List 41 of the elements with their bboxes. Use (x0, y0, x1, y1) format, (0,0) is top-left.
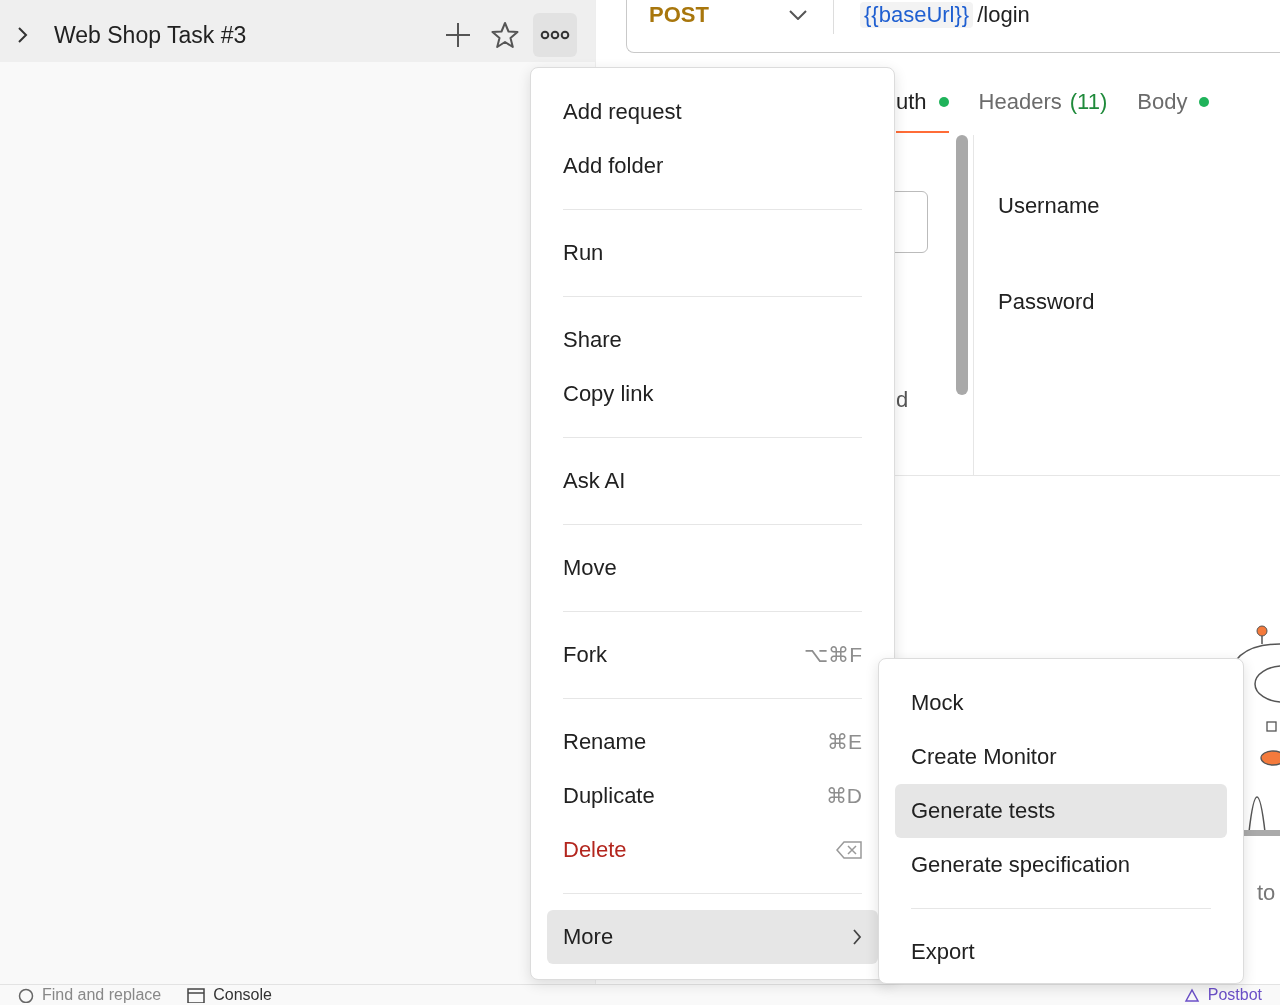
menu-item[interactable]: Move (547, 541, 878, 595)
collection-name: Web Shop Task #3 (54, 21, 248, 49)
menu-item[interactable]: Ask AI (547, 454, 878, 508)
backspace-icon (836, 841, 862, 859)
request-tab[interactable]: Headers (11) (978, 89, 1108, 133)
empty-state-text: to (1257, 880, 1276, 906)
scrollbar[interactable] (956, 135, 968, 395)
request-tab[interactable]: Body (1137, 89, 1210, 133)
collection-row[interactable]: Web Shop Task #3 (0, 0, 595, 62)
menu-item[interactable]: Mock (895, 676, 1227, 730)
chevron-icon[interactable] (16, 26, 28, 44)
plus-icon[interactable] (445, 22, 471, 48)
menu-item[interactable]: Add request (547, 85, 878, 139)
chevron-down-icon[interactable] (789, 10, 807, 20)
menu-item[interactable]: Create Monitor (895, 730, 1227, 784)
field-label: Password (998, 289, 1096, 315)
menu-item[interactable]: Rename ⌘E (547, 715, 878, 769)
auth-text: d (896, 387, 909, 413)
menu-item[interactable]: Copy link (547, 367, 878, 421)
star-icon[interactable] (491, 21, 519, 49)
status-bar-button[interactable]: Postbot (1207, 986, 1262, 1004)
url-variable: {{baseUrl}} (860, 2, 974, 28)
menu-item[interactable]: More (547, 910, 878, 964)
menu-item[interactable]: Generate specification (895, 838, 1227, 892)
menu-item[interactable]: Add folder (547, 139, 878, 193)
field-label: Username (998, 193, 1100, 219)
chevron-right-icon (852, 928, 862, 946)
method-select[interactable]: POST (649, 2, 789, 28)
menu-item[interactable]: Delete (547, 823, 878, 877)
more-icon[interactable] (540, 30, 570, 40)
console-icon[interactable] (187, 987, 206, 1003)
menu-item[interactable]: Run (547, 226, 878, 280)
status-bar-button[interactable]: Console (213, 986, 272, 1004)
menu-item[interactable]: Share (547, 313, 878, 367)
search-icon[interactable] (18, 987, 34, 1003)
menu-item[interactable]: Generate tests (895, 784, 1227, 838)
menu-item[interactable]: Fork ⌥⌘F (547, 628, 878, 682)
menu-item[interactable]: Export (895, 925, 1227, 979)
menu-item[interactable]: Duplicate ⌘D (547, 769, 878, 823)
more-button[interactable] (533, 13, 577, 57)
url-path: /login (977, 2, 1030, 28)
